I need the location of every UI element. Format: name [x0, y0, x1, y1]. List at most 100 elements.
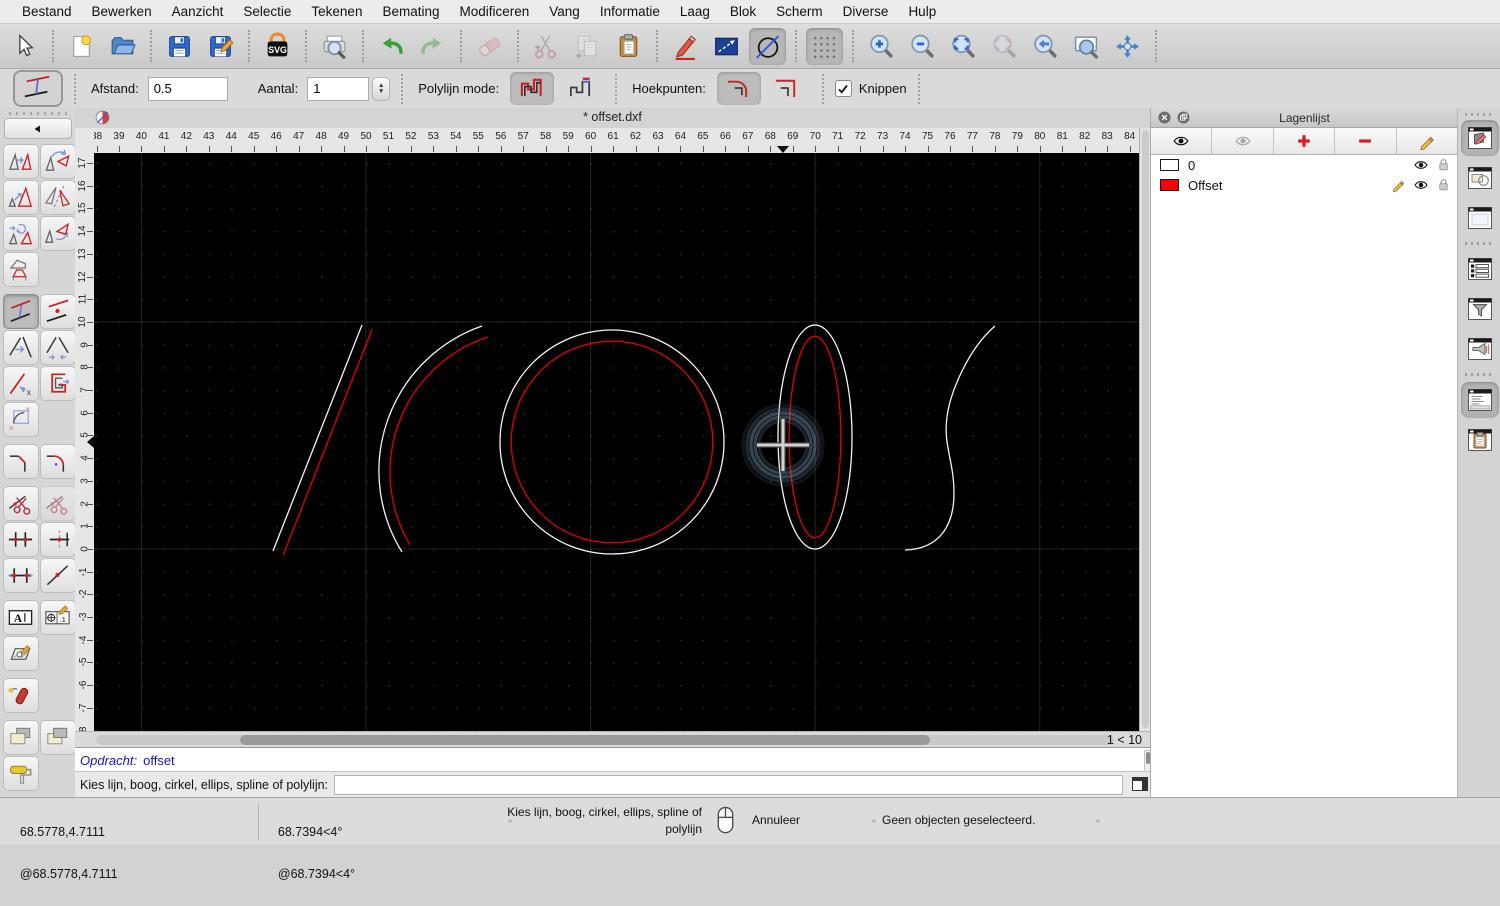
- menu-modificeren[interactable]: Modificeren: [450, 4, 540, 19]
- offset-tool-indicator-button[interactable]: [13, 70, 63, 107]
- tool-hatch-edit-button[interactable]: [2, 635, 39, 671]
- menu-bemating[interactable]: Bemating: [372, 4, 449, 19]
- zoom-window-button[interactable]: [1068, 28, 1105, 65]
- grid-button[interactable]: [806, 27, 843, 65]
- tool-parallel-point-button[interactable]: [39, 293, 75, 329]
- corners-round-button[interactable]: [716, 72, 761, 105]
- layer-visibility-toggle[interactable]: [1413, 177, 1429, 196]
- dock-clipboard-button[interactable]: [1461, 422, 1499, 458]
- redo-button[interactable]: [414, 28, 451, 65]
- edit-layer-button[interactable]: [1396, 128, 1459, 154]
- distance-button[interactable]: [708, 28, 745, 65]
- vertical-scrollbar-thumb[interactable]: [1142, 130, 1149, 728]
- dock-block-list-button[interactable]: [1461, 160, 1499, 196]
- show-all-layers-button[interactable]: [1151, 128, 1213, 154]
- layer-lock-toggle[interactable]: [1436, 157, 1451, 175]
- distance-input[interactable]: [147, 76, 228, 101]
- zoom-auto-button[interactable]: [945, 28, 982, 65]
- trim-checkbox[interactable]: [834, 80, 852, 97]
- save-file-as-button[interactable]: [202, 28, 239, 65]
- add-layer-button[interactable]: [1273, 128, 1336, 154]
- tool-dimension-edit-button[interactable]: .1: [39, 599, 75, 635]
- menu-vang[interactable]: Vang: [539, 4, 590, 19]
- tool-offset-polygon-button[interactable]: [39, 365, 75, 401]
- tool-mirror-button[interactable]: [39, 179, 75, 215]
- dock-filter-button[interactable]: [1461, 291, 1499, 327]
- draw-pencil-button[interactable]: [667, 28, 704, 65]
- tool-divide-point-button[interactable]: [39, 557, 75, 593]
- svg-export-button[interactable]: SVG: [259, 28, 296, 65]
- zoom-previous-button[interactable]: [1027, 28, 1064, 65]
- polyline-mode-on-button[interactable]: [510, 72, 555, 105]
- zoom-selection-button[interactable]: [986, 28, 1023, 65]
- dock-command-line-button[interactable]: [1460, 382, 1499, 418]
- hide-all-layers-button[interactable]: [1212, 128, 1274, 154]
- drawing-canvas[interactable]: [94, 153, 1139, 731]
- layer-row-Offset[interactable]: Offset: [1151, 175, 1458, 195]
- layer-color-swatch[interactable]: [1160, 179, 1179, 191]
- remove-layer-button[interactable]: [1335, 128, 1397, 154]
- menu-aanzicht[interactable]: Aanzicht: [162, 4, 234, 19]
- cut-button[interactable]: [528, 28, 565, 65]
- menu-informatie[interactable]: Informatie: [590, 4, 670, 19]
- tool-order-back-button[interactable]: [39, 719, 75, 755]
- menu-hulp[interactable]: Hulp: [898, 4, 946, 19]
- tool-cut-button[interactable]: [2, 485, 39, 521]
- tool-stretch-button[interactable]: [2, 557, 39, 593]
- undo-button[interactable]: [373, 28, 410, 65]
- menu-laag[interactable]: Laag: [670, 4, 720, 19]
- menu-bewerken[interactable]: Bewerken: [82, 4, 162, 19]
- layer-row-0[interactable]: 0: [1151, 155, 1458, 175]
- copy-button[interactable]: [569, 28, 606, 65]
- new-file-button[interactable]: [63, 28, 100, 65]
- command-input[interactable]: [334, 775, 1123, 795]
- dock-strip-drag-handle[interactable]: [1464, 113, 1495, 116]
- tool-offset-button[interactable]: [2, 293, 39, 329]
- count-stepper[interactable]: ▲ ▼: [372, 76, 391, 101]
- tool-explode-button[interactable]: [2, 677, 39, 713]
- layer-visibility-toggle[interactable]: [1413, 157, 1429, 176]
- toolbox-drag-handle[interactable]: [8, 112, 67, 115]
- tool-fillet-round-button[interactable]: [39, 443, 75, 479]
- tool-text-edit-button[interactable]: A: [2, 599, 39, 635]
- toolbox-back-button[interactable]: [3, 118, 72, 139]
- menu-scherm[interactable]: Scherm: [766, 4, 833, 19]
- dock-view-list-button[interactable]: [1461, 251, 1499, 287]
- polyline-mode-off-button[interactable]: [558, 72, 602, 105]
- tool-trim-button[interactable]: [2, 329, 39, 365]
- save-file-button[interactable]: [161, 28, 198, 65]
- offset-circle-button[interactable]: [749, 27, 786, 65]
- open-file-button[interactable]: [104, 28, 141, 65]
- tool-move-button[interactable]: [2, 143, 39, 179]
- tool-cut-two-button[interactable]: [39, 485, 75, 521]
- corners-sharp-button[interactable]: [765, 72, 809, 105]
- menu-bestand[interactable]: Bestand: [12, 4, 82, 19]
- layer-color-swatch[interactable]: [1160, 159, 1179, 171]
- eraser-button[interactable]: [471, 28, 508, 65]
- tool-lengthen-button[interactable]: x: [2, 365, 39, 401]
- tool-order-front-button[interactable]: [2, 719, 39, 755]
- command-panel-toggle-button[interactable]: [1129, 776, 1151, 795]
- menu-blok[interactable]: Blok: [720, 4, 766, 19]
- tool-rotate-two-button[interactable]: [39, 215, 75, 251]
- pan-button[interactable]: [1109, 28, 1146, 65]
- menu-diverse[interactable]: Diverse: [833, 4, 899, 19]
- tool-fillet-box-button[interactable]: [2, 401, 39, 437]
- tool-divide-two-button[interactable]: [39, 521, 75, 557]
- horizontal-scrollbar-thumb[interactable]: [240, 735, 930, 745]
- layer-lock-toggle[interactable]: [1436, 177, 1451, 195]
- tool-chamfer-button[interactable]: [2, 443, 39, 479]
- tool-scale-button[interactable]: [2, 179, 39, 215]
- cursor-button[interactable]: [6, 28, 43, 65]
- dock-property-editor-button[interactable]: [1460, 120, 1499, 156]
- menu-tekenen[interactable]: Tekenen: [301, 4, 372, 19]
- tool-trim-two-button[interactable]: [39, 329, 75, 365]
- tool-rotate-button[interactable]: [39, 143, 75, 179]
- tool-paint-roller-button[interactable]: [2, 755, 39, 791]
- menu-selectie[interactable]: Selectie: [233, 4, 301, 19]
- tool-move-rotate-button[interactable]: [2, 215, 39, 251]
- count-input[interactable]: [307, 76, 370, 101]
- paste-button[interactable]: [610, 28, 647, 65]
- tool-project-button[interactable]: [2, 251, 39, 287]
- dock-library-button[interactable]: [1461, 200, 1499, 236]
